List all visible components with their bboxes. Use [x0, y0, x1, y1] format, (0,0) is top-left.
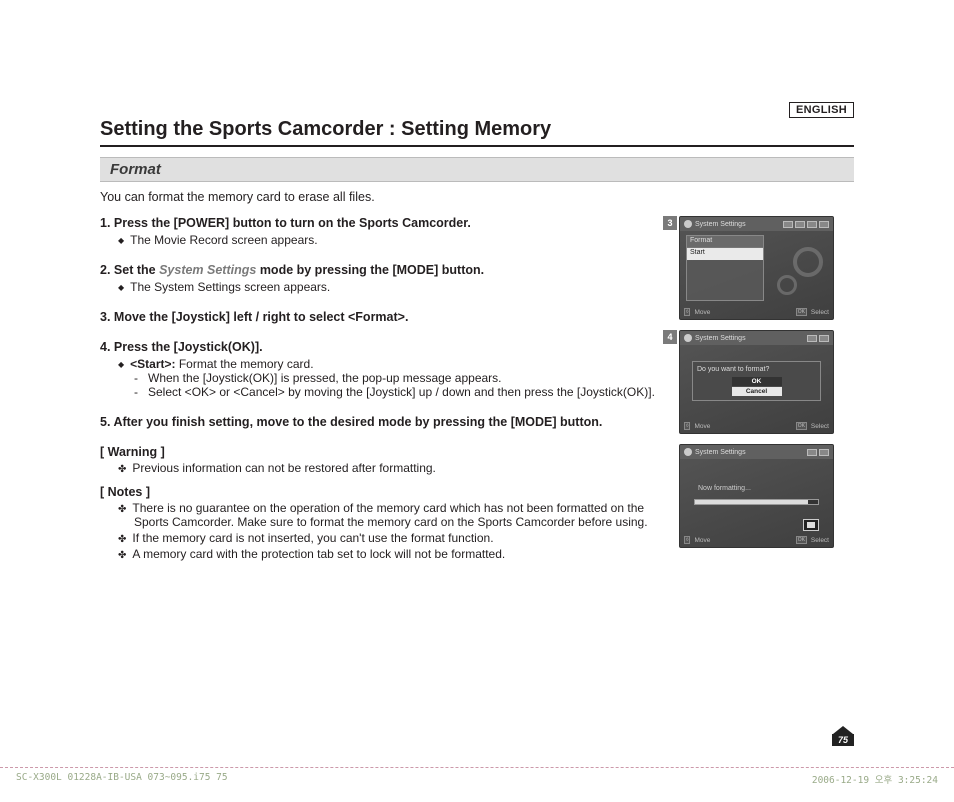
joystick-icon: ◊ — [684, 422, 690, 430]
screen4-move: Move — [694, 423, 710, 430]
gear-icon — [684, 220, 692, 228]
gear-icon — [684, 448, 692, 456]
step-4-sub-rest: Format the memory card. — [176, 357, 314, 371]
screen3-title: System Settings — [695, 221, 746, 228]
progress-bar — [694, 499, 819, 505]
step-2-num: 2. — [100, 263, 110, 277]
step-2-head-b: mode by pressing the [MODE] button. — [256, 263, 484, 277]
screen5-title: System Settings — [695, 449, 746, 456]
print-footer: SC-X300L 01228A-IB-USA 073~095.i75 75 20… — [0, 767, 954, 786]
screenshot-4: System Settings Do you want to format? O… — [679, 330, 834, 434]
footer-right: 2006-12-19 오후 3:25:24 — [812, 772, 938, 786]
ok-icon: OK — [796, 536, 807, 544]
screens-column: 3 System Settings Format Start ◊Move OK — [679, 216, 854, 561]
screenshot-5-wrap: System Settings Now formatting... ◊ Move … — [679, 444, 854, 548]
formatting-message: Now formatting... — [698, 485, 751, 492]
notes-heading: [ Notes ] — [100, 485, 659, 499]
steps-column: 1. Press the [POWER] button to turn on t… — [100, 216, 679, 561]
screen3-status-icons — [783, 221, 829, 228]
screenshot-3: System Settings Format Start ◊ Move OK Sel… — [679, 216, 834, 320]
confirm-popup: Do you want to format? OK Cancel — [692, 361, 821, 401]
screenshot-5: System Settings Now formatting... ◊ Move … — [679, 444, 834, 548]
screen4-title: System Settings — [695, 335, 746, 342]
screenshot-4-wrap: 4 System Settings Do you want to format?… — [679, 330, 854, 434]
screen5-move: Move — [694, 537, 710, 544]
screen5-botbar: ◊ Move OK Select — [684, 535, 829, 545]
language-tag: ENGLISH — [789, 102, 854, 118]
screen3-topbar: System Settings — [680, 217, 833, 231]
screen3-panel-row: Start — [687, 248, 763, 260]
intro-text: You can format the memory card to erase … — [100, 190, 854, 204]
page-number-badge: 75 — [832, 726, 854, 746]
gear-icon — [684, 334, 692, 342]
note-item-1: There is no guarantee on the operation o… — [118, 501, 659, 529]
gears-bg-icon — [771, 243, 827, 299]
step-1-head: Press the [POWER] button to turn on the … — [114, 216, 471, 230]
step-2-sub: The System Settings screen appears. — [118, 280, 659, 294]
step-2: 2. Set the System Settings mode by press… — [100, 263, 659, 294]
step-4-head: Press the [Joystick(OK)]. — [114, 340, 263, 354]
screen4-status-icons — [807, 335, 829, 342]
section-heading: Format — [100, 157, 854, 182]
step-4-sub: <Start>: Format the memory card. — [118, 357, 659, 371]
popup-ok-button: OK — [732, 377, 782, 386]
step-5-head: After you finish setting, move to the de… — [113, 415, 602, 429]
screenshot-3-badge: 3 — [663, 216, 677, 230]
note-item-3: A memory card with the protection tab se… — [118, 547, 659, 561]
popup-cancel-button: Cancel — [732, 387, 782, 396]
screen4-select: Select — [811, 423, 829, 430]
triangle-up-icon — [833, 726, 853, 734]
page-title: Setting the Sports Camcorder : Setting M… — [100, 118, 854, 147]
step-4-dash-2: Select <OK> or <Cancel> by moving the [J… — [134, 385, 659, 399]
step-3-num: 3. — [100, 310, 110, 324]
footer-left: SC-X300L 01228A-IB-USA 073~095.i75 75 — [16, 772, 228, 786]
step-4-num: 4. — [100, 340, 110, 354]
step-5-num: 5. — [100, 415, 110, 429]
screen3-panel-head: Format — [687, 236, 763, 248]
step-3-head: Move the [Joystick] left / right to sele… — [114, 310, 409, 324]
step-2-head-ital: System Settings — [159, 263, 256, 277]
screen5-select: Select — [811, 537, 829, 544]
warning-item-1: Previous information can not be restored… — [118, 461, 659, 475]
step-3: 3. Move the [Joystick] left / right to s… — [100, 310, 659, 324]
screen4-topbar: System Settings — [680, 331, 833, 345]
page-number: 75 — [832, 734, 854, 746]
step-1: 1. Press the [POWER] button to turn on t… — [100, 216, 659, 247]
popup-message: Do you want to format? — [697, 366, 816, 377]
screenshot-3-wrap: 3 System Settings Format Start ◊Move OK — [679, 216, 854, 320]
screen5-topbar: System Settings — [680, 445, 833, 459]
screen3-panel: Format Start — [686, 235, 764, 301]
ok-icon: OK — [796, 308, 807, 316]
step-4: 4. Press the [Joystick(OK)]. <Start>: Fo… — [100, 340, 659, 399]
joystick-icon: ◊ — [684, 536, 690, 544]
step-1-num: 1. — [100, 216, 110, 230]
screenshot-4-badge: 4 — [663, 330, 677, 344]
warning-heading: [ Warning ] — [100, 445, 659, 459]
screen5-status-icons — [807, 449, 829, 456]
step-2-head-a: Set the — [114, 263, 159, 277]
step-4-sub-bold: <Start>: — [130, 357, 175, 371]
memory-card-icon — [803, 519, 819, 531]
note-item-2: If the memory card is not inserted, you … — [118, 531, 659, 545]
screen3-botbar: ◊ Move OK Select — [684, 307, 829, 317]
screen4-botbar: ◊ Move OK Select — [684, 421, 829, 431]
screen3-move: Move — [694, 309, 710, 316]
step-4-dash-1: When the [Joystick(OK)] is pressed, the … — [134, 371, 659, 385]
step-5: 5. After you finish setting, move to the… — [100, 415, 659, 429]
step-1-sub: The Movie Record screen appears. — [118, 233, 659, 247]
screen3-select: Select — [811, 309, 829, 316]
joystick-icon: ◊ — [684, 308, 690, 316]
ok-icon: OK — [796, 422, 807, 430]
